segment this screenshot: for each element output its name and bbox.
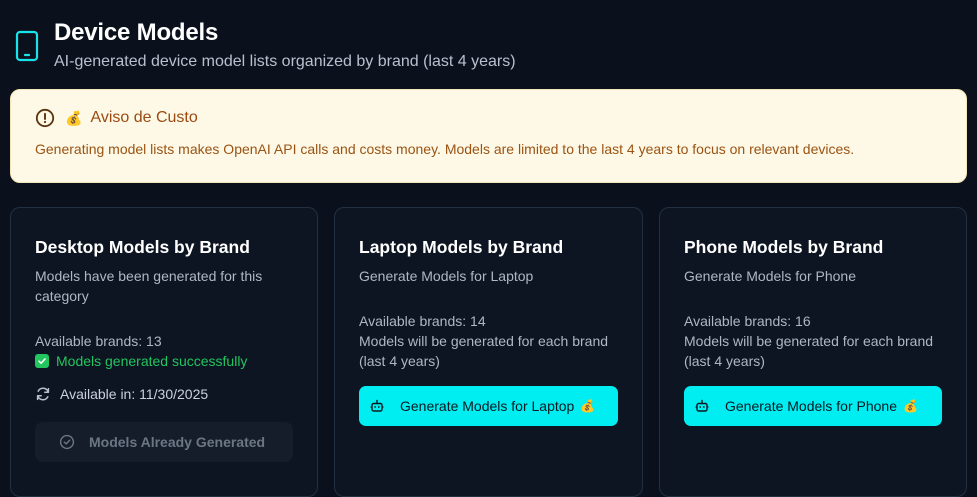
page-title: Device Models	[54, 19, 219, 46]
available-brands: Available brands: 14	[359, 313, 486, 329]
page-subtitle: AI-generated device model lists organize…	[54, 53, 516, 70]
card-title: Phone Models by Brand	[684, 237, 884, 257]
card-title: Laptop Models by Brand	[359, 237, 564, 257]
warning-title: Aviso de Custo	[90, 109, 198, 126]
check-circle-icon	[59, 434, 75, 450]
button-label: Generate Models for Laptop	[400, 398, 575, 414]
bot-icon	[695, 399, 709, 413]
bot-icon	[370, 399, 384, 413]
generation-note: Models will be generated for each brand …	[359, 333, 609, 369]
generate-phone-models-button[interactable]: Generate Models for Phone 💰	[684, 386, 942, 426]
success-text: Models generated successfully	[56, 353, 248, 369]
tablet-icon	[12, 26, 42, 66]
available-date: Available in: 11/30/2025	[35, 386, 208, 402]
cost-warning-banner: 💰 Aviso de Custo Generating model lists …	[10, 89, 967, 183]
generate-laptop-models-button[interactable]: Generate Models for Laptop 💰	[359, 386, 618, 426]
page-header: Device Models AI-generated device model …	[12, 18, 516, 72]
button-label: Generate Models for Phone	[725, 398, 897, 414]
refresh-icon	[35, 386, 51, 402]
money-bag-icon: 💰	[580, 399, 596, 413]
available-brands: Available brands: 16	[684, 313, 811, 329]
models-already-generated-button[interactable]: Models Already Generated	[35, 422, 293, 462]
money-bag-icon: 💰	[65, 109, 83, 126]
check-icon	[35, 354, 49, 368]
card-title: Desktop Models by Brand	[35, 237, 250, 257]
laptop-models-card: Laptop Models by Brand Generate Models f…	[334, 207, 643, 497]
money-bag-icon: 💰	[903, 399, 918, 413]
available-date-text: Available in: 11/30/2025	[60, 386, 209, 402]
alert-circle-icon	[35, 108, 55, 128]
generation-note: Models will be generated for each brand …	[684, 333, 934, 369]
warning-text: Generating model lists makes OpenAI API …	[35, 141, 855, 157]
success-status: Models generated successfully	[35, 351, 247, 371]
card-description: Generate Models for Phone	[684, 268, 856, 284]
card-description: Models have been generated for this cate…	[35, 268, 263, 304]
phone-models-card: Phone Models by Brand Generate Models fo…	[659, 207, 967, 497]
desktop-models-card: Desktop Models by Brand Models have been…	[10, 207, 318, 497]
available-brands: Available brands: 13	[35, 333, 162, 349]
card-description: Generate Models for Laptop	[359, 268, 534, 284]
button-label: Models Already Generated	[89, 434, 266, 450]
